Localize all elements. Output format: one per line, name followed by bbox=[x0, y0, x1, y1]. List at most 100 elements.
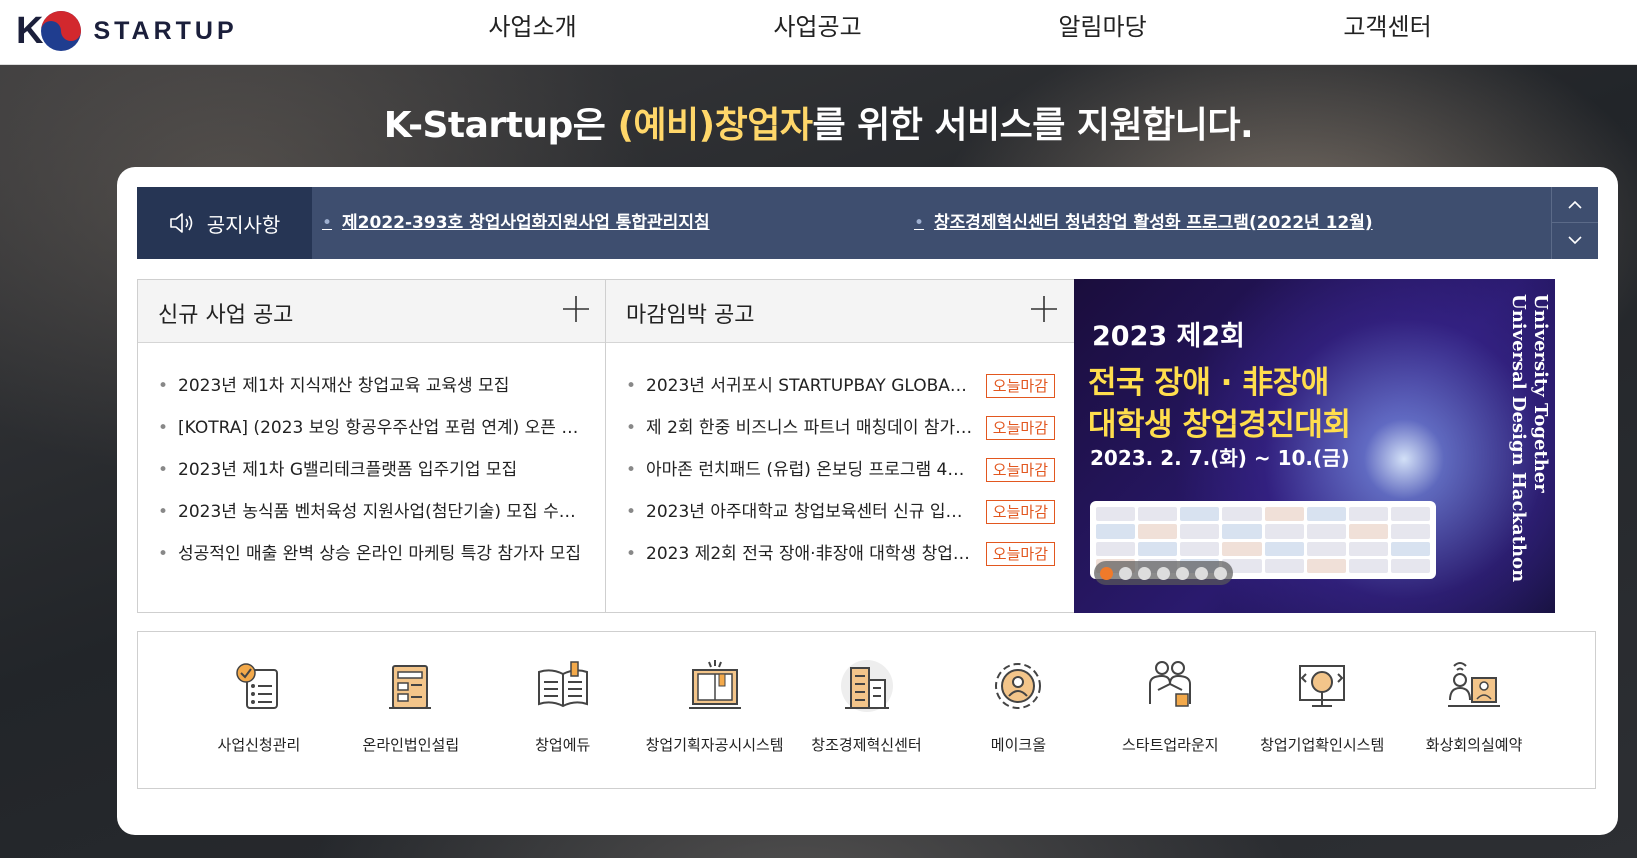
quick-link-label: 창조경제혁신센터 bbox=[811, 736, 922, 754]
logo-letter: K bbox=[16, 9, 43, 52]
notice-item[interactable]: 창조경제혁신센터 청년창업 활성화 프로그램(2022년 12월) bbox=[914, 187, 1373, 259]
plus-icon[interactable] bbox=[561, 294, 591, 324]
list-item[interactable]: 2023년 아주대학교 창업보육센터 신규 입주기업 모집 오늘마감 bbox=[626, 499, 1055, 541]
headline-pre: K-Startup은 bbox=[383, 105, 618, 146]
list-item-text: 2023년 서귀포시 STARTUPBAY GLOBAL 1기 입주기업 모집 bbox=[646, 376, 974, 396]
banner-side-text: University Together Universal Design Hac… bbox=[1508, 294, 1551, 583]
list-item-text: 2023 제2회 전국 장애·非장애 대학생 창업경진대회 bbox=[646, 544, 974, 564]
nav-business-announcements[interactable]: 사업공고 bbox=[675, 0, 960, 64]
list-item-text: 아마존 런치패드 (유럽) 온보딩 프로그램 4기 참가기업 모집 bbox=[646, 460, 974, 480]
chevron-up-icon bbox=[1568, 200, 1582, 209]
top-header: K STARTUP 사업소개 사업공고 알림마당 고객센터 bbox=[0, 0, 1637, 65]
banner-year: 2023 제2회 bbox=[1092, 321, 1246, 352]
list-item[interactable]: 성공적인 매출 완벽 상승 온라인 마케팅 특강 참가자 모집 bbox=[158, 541, 587, 583]
notice-up-button[interactable] bbox=[1552, 187, 1598, 222]
notice-arrows bbox=[1551, 187, 1598, 259]
promo-banner[interactable]: 2023 제2회 전국 장애 · 非장애 대학생 창업경진대회 2023. 2.… bbox=[1074, 279, 1555, 613]
list-item[interactable]: 2023년 제1차 지식재산 창업교육 교육생 모집 bbox=[158, 373, 587, 415]
list-item-text: [KOTRA] (2023 보잉 항공우주산업 포럼 연계) 오픈 이노베이션 … bbox=[178, 418, 587, 438]
deadline-box: 마감임박 공고 2023년 서귀포시 STARTUPBAY GLOBAL 1기 … bbox=[605, 279, 1076, 613]
deadline-list: 2023년 서귀포시 STARTUPBAY GLOBAL 1기 입주기업 모집오… bbox=[606, 343, 1075, 583]
quick-link-application[interactable]: 사업신청관리 bbox=[183, 632, 335, 788]
book-announce-icon bbox=[688, 660, 741, 709]
headline-post: 를 위한 서비스를 지원합니다. bbox=[812, 105, 1254, 146]
open-book-icon bbox=[537, 661, 588, 708]
new-business-title: 신규 사업 공고 bbox=[158, 303, 294, 328]
quick-link-online-incorporation[interactable]: 온라인법인설립 bbox=[335, 632, 487, 788]
magnifier-screen-icon bbox=[1299, 665, 1346, 707]
nav-customer-center[interactable]: 고객센터 bbox=[1245, 0, 1530, 64]
list-item[interactable]: 제 2회 한중 비즈니스 파트너 매칭데이 참가기업 모집 오늘마감 bbox=[626, 415, 1055, 457]
main-panel: 공지사항 제2022-393호 창업사업화지원사업 통합관리지침 창조경제혁신센… bbox=[117, 167, 1618, 835]
site-logo[interactable]: K STARTUP bbox=[16, 8, 238, 54]
notice-down-button[interactable] bbox=[1552, 222, 1598, 258]
deadline-header: 마감임박 공고 bbox=[606, 280, 1075, 343]
deadline-badge: 오늘마감 bbox=[985, 416, 1055, 440]
banner-dot[interactable] bbox=[1119, 566, 1132, 580]
list-item[interactable]: [KOTRA] (2023 보잉 항공우주산업 포럼 연계) 오픈 이노베이션 … bbox=[158, 415, 587, 457]
list-item[interactable]: 2023 제2회 전국 장애·非장애 대학생 창업경진대회 오늘마감 bbox=[626, 541, 1055, 583]
notice-label-text: 공지사항 bbox=[206, 212, 281, 237]
quick-link-label: 온라인법인설립 bbox=[362, 736, 460, 754]
notice-item[interactable]: 제2022-393호 창업사업화지원사업 통합관리지침 bbox=[322, 187, 710, 259]
main-nav: 사업소개 사업공고 알림마당 고객센터 bbox=[390, 0, 1530, 64]
list-item[interactable]: 2023년 농식품 벤처육성 지원사업(첨단기술) 모집 수정공고 bbox=[158, 499, 587, 541]
deadline-badge: 오늘마감 bbox=[985, 458, 1055, 482]
list-item-text: 2023년 아주대학교 창업보육센터 신규 입주기업 모집 bbox=[646, 502, 974, 522]
deadline-title: 마감임박 공고 bbox=[626, 303, 755, 328]
nav-news[interactable]: 알림마당 bbox=[960, 0, 1245, 64]
logo-wordmark: STARTUP bbox=[93, 16, 238, 45]
banner-pagination bbox=[1094, 561, 1233, 585]
quick-link-startup-lounge[interactable]: 스타트업라운지 bbox=[1094, 632, 1246, 788]
banner-dot[interactable] bbox=[1100, 566, 1113, 580]
quick-link-label: 사업신청관리 bbox=[217, 736, 301, 754]
quick-link-makeall[interactable]: 메이크올 bbox=[942, 632, 1094, 788]
taegeuk-icon bbox=[41, 11, 82, 51]
notice-bar: 공지사항 제2022-393호 창업사업화지원사업 통합관리지침 창조경제혁신센… bbox=[137, 187, 1598, 259]
banner-title-line1: 전국 장애 · 非장애 bbox=[1088, 365, 1329, 401]
quick-link-startup-edu[interactable]: 창업에듀 bbox=[487, 632, 639, 788]
chevron-down-icon bbox=[1568, 236, 1582, 245]
building-icon bbox=[840, 660, 893, 712]
deadline-badge: 오늘마감 bbox=[985, 500, 1055, 524]
deadline-badge: 오늘마감 bbox=[985, 374, 1055, 398]
list-item-text: 성공적인 매출 완벽 상승 온라인 마케팅 특강 참가자 모집 bbox=[178, 544, 581, 564]
gear-person-icon bbox=[995, 663, 1042, 709]
video-call-icon bbox=[1448, 662, 1501, 707]
headline-highlight: (예비)창업자 bbox=[617, 105, 813, 146]
banner-dot[interactable] bbox=[1195, 566, 1208, 580]
plus-icon[interactable] bbox=[1029, 294, 1059, 324]
banner-date: 2023. 2. 7.(화) ~ 10.(금) bbox=[1090, 446, 1350, 470]
quick-link-label: 창업기획자공시시스템 bbox=[645, 736, 784, 754]
list-item[interactable]: 2023년 서귀포시 STARTUPBAY GLOBAL 1기 입주기업 모집 오… bbox=[626, 373, 1055, 415]
new-business-list: 2023년 제1차 지식재산 창업교육 교육생 모집 [KOTRA] (2023… bbox=[138, 343, 607, 583]
speaker-icon bbox=[169, 213, 192, 233]
list-item-text: 2023년 제1차 지식재산 창업교육 교육생 모집 bbox=[178, 376, 510, 396]
nav-business-intro[interactable]: 사업소개 bbox=[390, 0, 675, 64]
list-item-text: 제 2회 한중 비즈니스 파트너 매칭데이 참가기업 모집 bbox=[646, 418, 974, 438]
notice-label[interactable]: 공지사항 bbox=[137, 187, 312, 259]
list-item[interactable]: 아마존 런치패드 (유럽) 온보딩 프로그램 4기 참가기업 모집 오늘마감 bbox=[626, 457, 1055, 499]
hero-headline: K-Startup은 (예비)창업자를 위한 서비스를 지원합니다. bbox=[0, 96, 1637, 148]
quick-link-planner-disclosure[interactable]: 창업기획자공시시스템 bbox=[639, 632, 791, 788]
banner-dot[interactable] bbox=[1157, 566, 1170, 580]
quick-links: 사업신청관리 온라인법인설립 창업에듀 창업기획자공시시스템 창조경제혁신센터 … bbox=[137, 631, 1596, 789]
people-meeting-icon bbox=[1149, 661, 1192, 707]
quick-link-label: 메이크올 bbox=[990, 736, 1046, 754]
banner-title-line2: 대학생 창업경진대회 bbox=[1088, 407, 1351, 443]
deadline-badge: 오늘마감 bbox=[985, 542, 1055, 566]
quick-link-label: 창업에듀 bbox=[535, 736, 591, 754]
new-business-box: 신규 사업 공고 2023년 제1차 지식재산 창업교육 교육생 모집 [KOT… bbox=[137, 279, 608, 613]
list-item-text: 2023년 농식품 벤처육성 지원사업(첨단기술) 모집 수정공고 bbox=[178, 502, 587, 522]
quick-link-label: 스타트업라운지 bbox=[1121, 736, 1219, 754]
quick-link-innovation-center[interactable]: 창조경제혁신센터 bbox=[791, 632, 943, 788]
banner-dot[interactable] bbox=[1176, 566, 1189, 580]
banner-dot[interactable] bbox=[1138, 566, 1151, 580]
quick-link-startup-confirmation[interactable]: 창업기업확인시스템 bbox=[1246, 632, 1398, 788]
banner-dot[interactable] bbox=[1214, 566, 1227, 580]
quick-link-label: 화상회의실예약 bbox=[1425, 736, 1523, 754]
quick-link-video-conference[interactable]: 화상회의실예약 bbox=[1398, 632, 1550, 788]
new-business-header: 신규 사업 공고 bbox=[138, 280, 607, 343]
document-form-icon bbox=[388, 665, 431, 709]
list-item[interactable]: 2023년 제1차 G밸리테크플랫폼 입주기업 모집 bbox=[158, 457, 587, 499]
